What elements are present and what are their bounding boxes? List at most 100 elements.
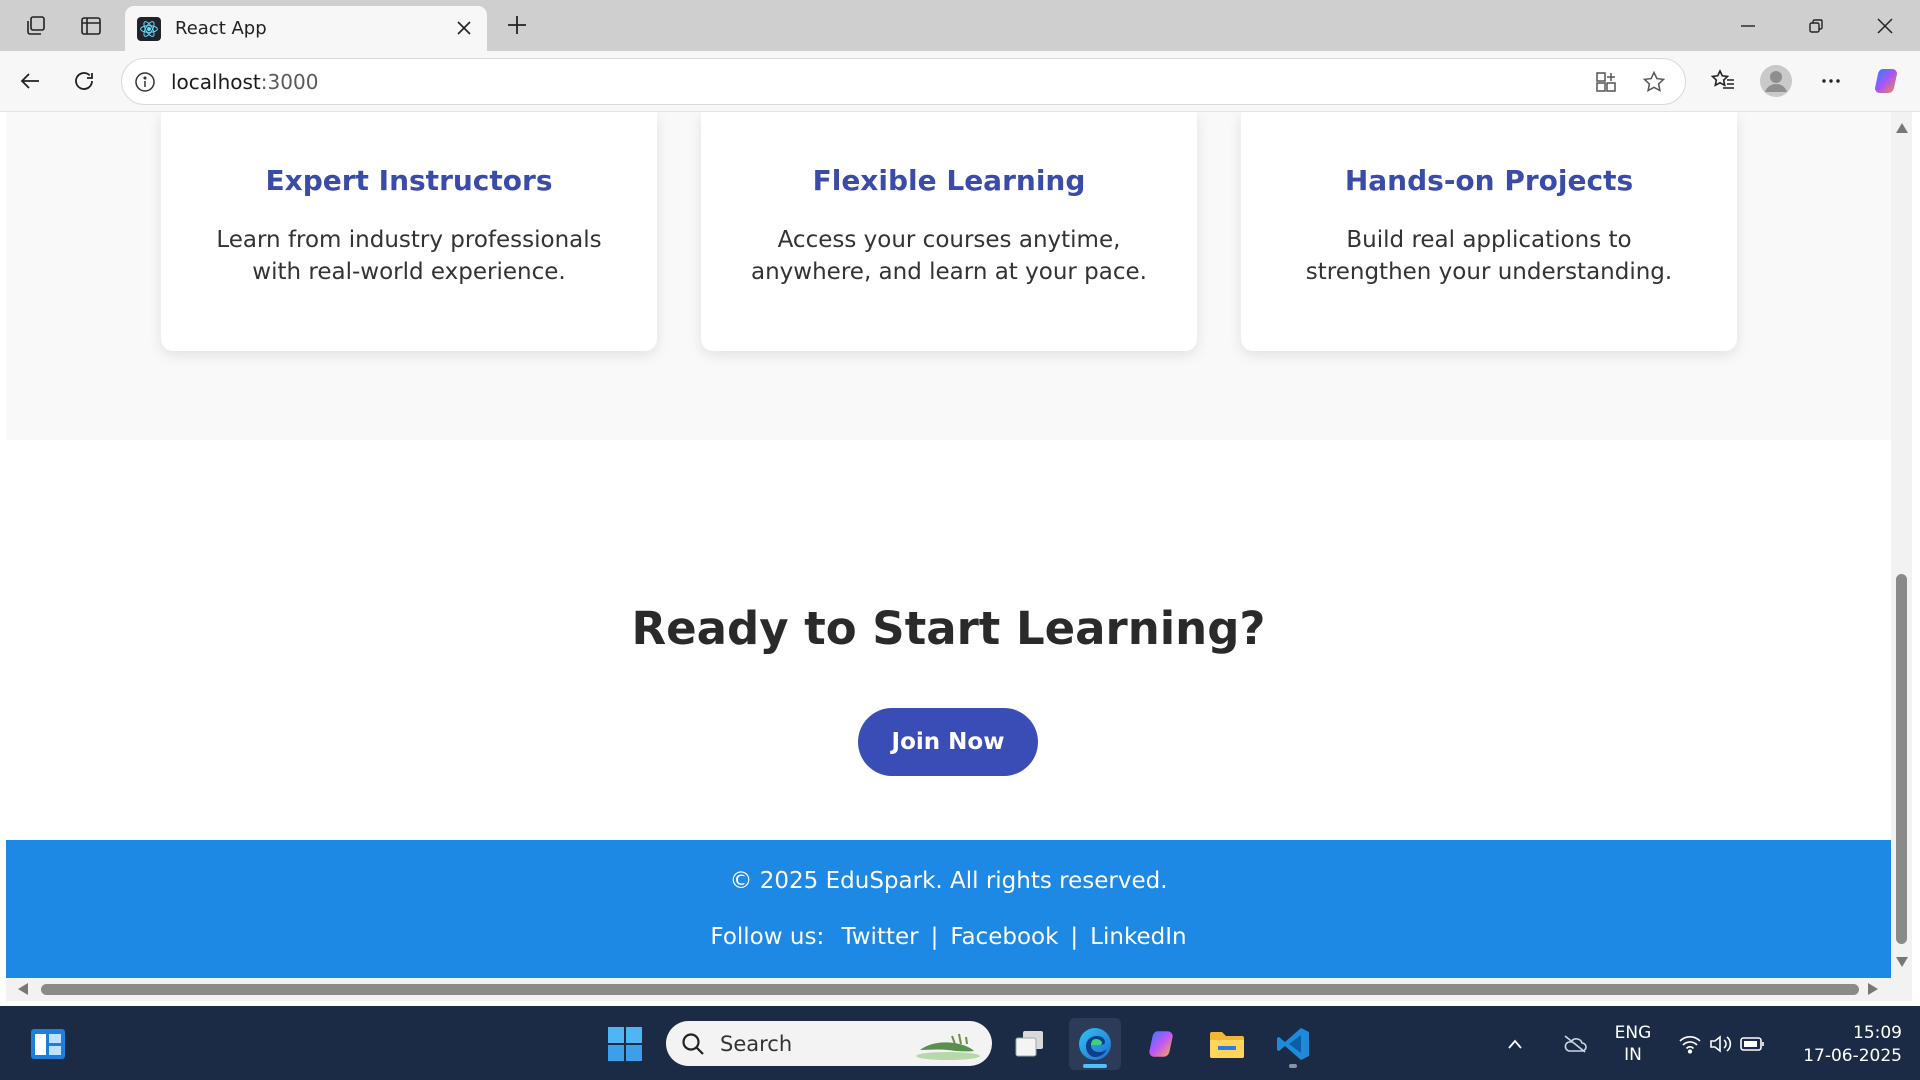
refresh-button[interactable] <box>63 60 105 102</box>
tab-close-button[interactable] <box>451 15 477 41</box>
battery-icon <box>1740 1037 1764 1051</box>
twitter-link[interactable]: Twitter <box>842 924 919 950</box>
features-section: Expert Instructors Learn from industry p… <box>6 112 1891 440</box>
back-icon <box>20 73 39 89</box>
cta-heading: Ready to Start Learning? <box>631 602 1266 655</box>
vertical-scrollbar[interactable] <box>1891 112 1912 978</box>
footer-social: Follow us: Twitter | Facebook | LinkedIn <box>6 924 1891 950</box>
clock-date: 17-06-2025 <box>1803 1046 1902 1066</box>
linkedin-link[interactable]: LinkedIn <box>1090 924 1186 950</box>
horizontal-scrollbar[interactable] <box>6 978 1912 1001</box>
active-indicator <box>1083 1064 1107 1068</box>
wifi-icon <box>1679 1035 1701 1054</box>
copilot-taskbar-button[interactable] <box>1135 1018 1187 1070</box>
restore-icon <box>1809 18 1823 33</box>
file-explorer-icon <box>1210 1032 1244 1058</box>
more-button[interactable] <box>1810 60 1852 102</box>
profile-icon <box>1760 65 1792 97</box>
tab-actions-icon <box>81 16 101 35</box>
feature-title: Hands-on Projects <box>1344 164 1634 197</box>
tab-title: React App <box>175 18 267 39</box>
facebook-link[interactable]: Facebook <box>950 924 1058 950</box>
copilot-icon <box>1149 1031 1173 1057</box>
favorites-button[interactable] <box>1702 60 1744 102</box>
more-icon <box>1822 79 1840 83</box>
edge-taskbar-button[interactable] <box>1069 1018 1121 1070</box>
search-icon <box>682 1033 704 1055</box>
task-view-icon <box>1015 1031 1043 1057</box>
footer-copyright: © 2025 EduSpark. All rights reserved. <box>729 868 1168 894</box>
scroll-down-icon[interactable] <box>1895 955 1909 969</box>
join-now-button[interactable]: Join Now <box>858 708 1038 776</box>
star-icon[interactable] <box>1638 66 1670 98</box>
profile-button[interactable] <box>1755 60 1797 102</box>
cloud-icon <box>1564 1035 1587 1053</box>
running-indicator <box>1289 1064 1297 1068</box>
close-window-button[interactable] <box>1850 0 1920 51</box>
address-text[interactable]: localhost:3000 <box>171 70 318 94</box>
onedrive-button[interactable] <box>1557 1018 1593 1070</box>
page-viewport: Expert Instructors Learn from industry p… <box>6 112 1891 978</box>
edge-icon <box>1079 1028 1111 1060</box>
address-port: :3000 <box>260 70 319 94</box>
app-available-icon[interactable] <box>1590 66 1622 98</box>
taskbar-search[interactable]: Search <box>666 1021 992 1066</box>
footer-separator: | <box>1070 924 1079 950</box>
task-view-button[interactable] <box>1004 1018 1056 1070</box>
cta-section: Ready to Start Learning? Join Now <box>6 440 1891 840</box>
close-icon <box>457 21 471 35</box>
language-code: ENG <box>1614 1023 1652 1043</box>
feature-description: Build real applications to strengthen yo… <box>1305 227 1673 285</box>
language-indicator[interactable]: ENG IN <box>1600 1022 1666 1066</box>
vertical-scroll-thumb[interactable] <box>1896 574 1907 944</box>
favorites-icon <box>1710 69 1734 89</box>
widgets-icon <box>31 1029 65 1059</box>
widgets-button[interactable] <box>22 1018 74 1070</box>
feature-card-expert-instructors: Expert Instructors Learn from industry p… <box>161 112 657 351</box>
quick-settings-button[interactable] <box>1672 1018 1772 1070</box>
scroll-right-icon[interactable] <box>1866 982 1880 996</box>
browser-toolbar: localhost:3000 <box>0 51 1920 112</box>
info-icon[interactable] <box>132 69 158 95</box>
tab-actions-button[interactable] <box>64 0 118 51</box>
new-tab-button[interactable] <box>496 6 538 44</box>
search-highlight-image <box>916 1033 980 1060</box>
volume-icon <box>1710 1035 1732 1053</box>
feature-card-hands-on-projects: Hands-on Projects Build real application… <box>1241 112 1737 351</box>
react-icon <box>137 17 161 41</box>
chevron-up-icon <box>1508 1039 1522 1049</box>
plus-icon <box>508 16 526 34</box>
follow-label: Follow us: <box>710 924 825 950</box>
feature-title: Expert Instructors <box>265 164 553 197</box>
windows-start-icon <box>608 1027 642 1061</box>
workspaces-icon <box>27 15 45 35</box>
horizontal-scroll-thumb[interactable] <box>41 984 1859 995</box>
show-hidden-icons-button[interactable] <box>1500 1018 1530 1070</box>
address-host: localhost <box>171 70 261 94</box>
page-footer: © 2025 EduSpark. All rights reserved. Fo… <box>6 840 1891 978</box>
workspaces-button[interactable] <box>9 0 63 51</box>
back-button[interactable] <box>9 60 51 102</box>
windows-taskbar: Search ENG IN 15:09 17-06-2025 <box>0 1006 1920 1080</box>
clock-time: 15:09 <box>1853 1023 1902 1043</box>
vscode-button[interactable] <box>1267 1018 1319 1070</box>
minimize-button[interactable] <box>1713 0 1783 51</box>
file-explorer-button[interactable] <box>1201 1018 1253 1070</box>
scroll-up-icon[interactable] <box>1895 121 1909 135</box>
footer-separator: | <box>930 924 939 950</box>
restore-button[interactable] <box>1781 0 1851 51</box>
feature-description: Access your courses anytime, anywhere, a… <box>751 227 1147 285</box>
copilot-button[interactable] <box>1865 60 1907 102</box>
address-bar[interactable]: localhost:3000 <box>121 58 1686 105</box>
close-icon <box>1877 17 1893 34</box>
feature-description: Learn from industry professionals with r… <box>216 227 602 285</box>
region-code: IN <box>1624 1045 1642 1065</box>
tab-react-app[interactable]: React App <box>125 6 487 51</box>
search-placeholder: Search <box>720 1032 793 1056</box>
copilot-icon <box>1875 69 1897 93</box>
start-button[interactable] <box>599 1018 651 1070</box>
minimize-icon <box>1741 24 1755 27</box>
refresh-icon <box>75 72 93 90</box>
clock[interactable]: 15:09 17-06-2025 <box>1782 1022 1902 1068</box>
scroll-left-icon[interactable] <box>16 982 30 996</box>
